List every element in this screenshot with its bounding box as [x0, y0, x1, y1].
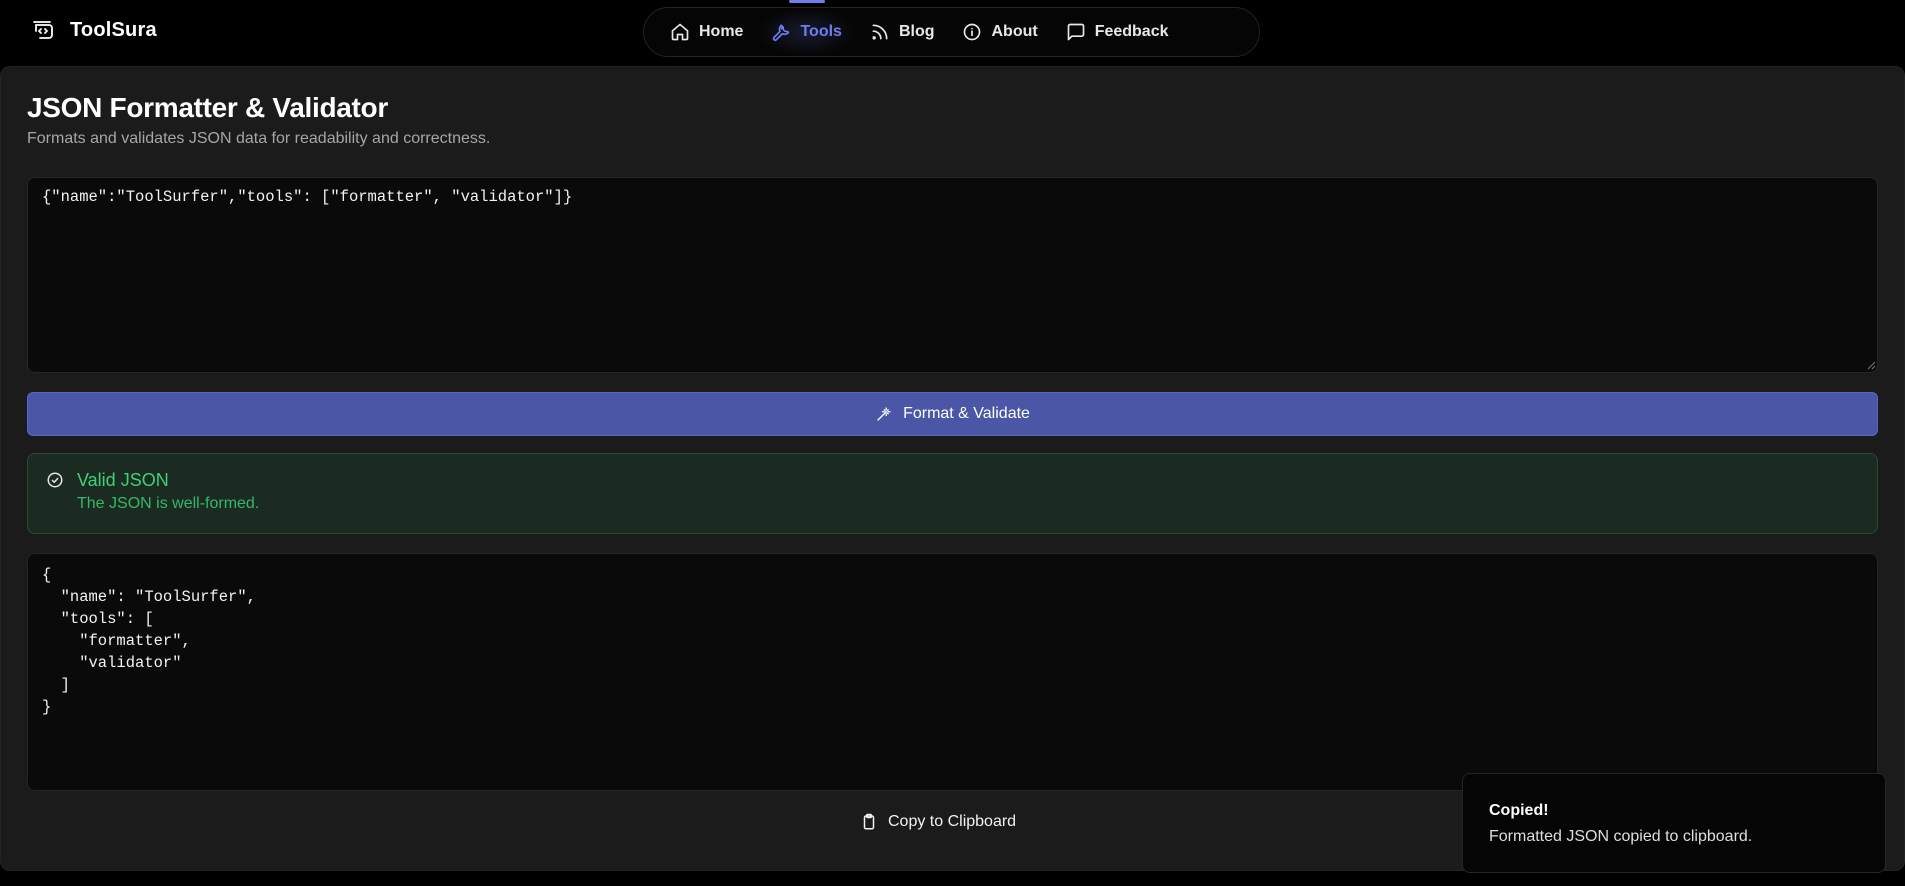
- rss-icon: [872, 24, 888, 40]
- nav-item-label: Feedback: [1094, 23, 1169, 40]
- nav-item-tools[interactable]: Tools: [755, 0, 859, 56]
- nav-item-feedback[interactable]: Feedback: [1056, 14, 1179, 50]
- validation-title: Valid JSON: [77, 470, 169, 490]
- copy-to-clipboard-button[interactable]: Copy to Clipboard: [860, 808, 1016, 836]
- brand[interactable]: ToolSura: [32, 18, 157, 42]
- toast-notification[interactable]: Copied! Formatted JSON copied to clipboa…: [1462, 773, 1886, 873]
- code-window-icon: [33, 21, 53, 39]
- page-title: JSON Formatter & Validator: [27, 92, 388, 123]
- json-output[interactable]: { "name": "ToolSurfer", "tools": [ "form…: [27, 553, 1878, 791]
- nav-item-label: Blog: [898, 23, 935, 40]
- nav-item-about[interactable]: About: [952, 14, 1047, 50]
- page-subtitle: Formats and validates JSON data for read…: [27, 130, 491, 147]
- main-nav: Home Tools Blog About Feedback: [643, 0, 1260, 57]
- top-navigation-bar: ToolSura Home Tools Blog About Feedback: [0, 0, 1905, 66]
- copy-to-clipboard-label: Copy to Clipboard: [888, 813, 1017, 830]
- wrench-icon: [773, 24, 790, 41]
- clipboard-icon: [863, 813, 875, 830]
- nav-item-label: Home: [699, 23, 744, 40]
- brand-name: ToolSura: [70, 18, 157, 41]
- toast-title: Copied!: [1489, 802, 1549, 819]
- nav-item-label: Tools: [800, 23, 842, 40]
- nav-item-label: About: [991, 23, 1038, 40]
- validation-result: Valid JSON The JSON is well-formed.: [27, 453, 1878, 534]
- resize-grip-icon[interactable]: [1866, 360, 1876, 370]
- magic-wand-icon: [877, 407, 891, 421]
- validation-message: The JSON is well-formed.: [77, 495, 260, 512]
- info-icon: [964, 23, 981, 41]
- toast-message: Formatted JSON copied to clipboard.: [1489, 828, 1753, 845]
- json-input[interactable]: [27, 177, 1878, 373]
- nav-item-home[interactable]: Home: [660, 14, 753, 50]
- home-icon: [671, 23, 689, 41]
- message-icon: [1067, 23, 1085, 41]
- check-circle-icon: [47, 472, 63, 488]
- format-validate-label: Format & Validate: [903, 405, 1030, 422]
- format-validate-button[interactable]: Format & Validate: [27, 392, 1878, 436]
- nav-item-blog[interactable]: Blog: [860, 14, 945, 50]
